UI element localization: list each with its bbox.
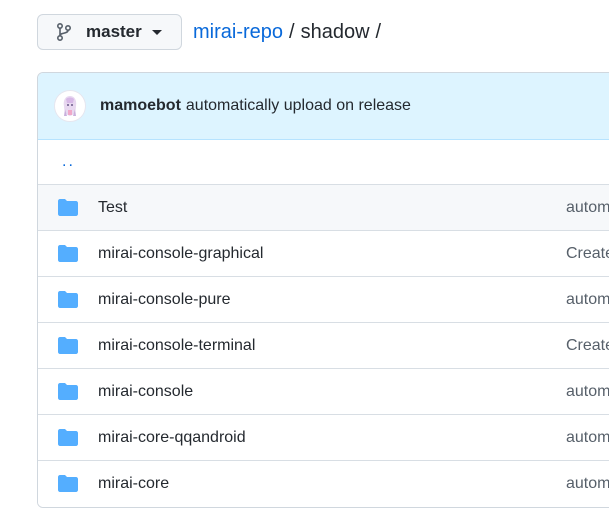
folder-icon bbox=[58, 429, 78, 446]
folder-icon bbox=[58, 337, 78, 354]
git-branch-icon bbox=[56, 22, 76, 42]
file-row-mirai-console-pure[interactable]: mirai-console-pure autom bbox=[38, 277, 609, 323]
parent-directory-link[interactable]: .. bbox=[62, 153, 75, 171]
commit-author-link[interactable]: mamoebot bbox=[100, 97, 181, 115]
file-commit-message[interactable]: autom bbox=[566, 429, 609, 447]
folder-icon bbox=[58, 199, 78, 216]
file-commit-message[interactable]: autom bbox=[566, 199, 609, 217]
file-row-mirai-console-graphical[interactable]: mirai-console-graphical Create bbox=[38, 231, 609, 277]
file-name-link[interactable]: mirai-console-graphical bbox=[98, 245, 263, 263]
file-list-box: mamoebot automatically upload on release… bbox=[37, 72, 609, 508]
file-commit-message[interactable]: autom bbox=[566, 475, 609, 493]
file-commit-message[interactable]: autom bbox=[566, 291, 609, 309]
file-row-mirai-core-qqandroid[interactable]: mirai-core-qqandroid autom bbox=[38, 415, 609, 461]
folder-icon bbox=[58, 383, 78, 400]
file-row-mirai-console[interactable]: mirai-console autom bbox=[38, 369, 609, 415]
file-name-link[interactable]: mirai-console bbox=[98, 383, 193, 401]
file-row-mirai-core[interactable]: mirai-core autom bbox=[38, 461, 609, 507]
file-name-link[interactable]: Test bbox=[98, 199, 127, 217]
file-name-link[interactable]: mirai-console-terminal bbox=[98, 337, 255, 355]
parent-directory-row[interactable]: .. bbox=[38, 140, 609, 185]
commit-message-link[interactable]: automatically upload on release bbox=[186, 97, 411, 115]
avatar-image bbox=[57, 93, 83, 119]
branch-select-button[interactable]: master bbox=[37, 14, 182, 50]
file-commit-message[interactable]: Create bbox=[566, 337, 609, 355]
file-list: Test autom mirai-console-graphical Creat… bbox=[38, 185, 609, 507]
breadcrumb-repo-link[interactable]: mirai-repo bbox=[193, 21, 283, 44]
breadcrumb-trailing-separator: / bbox=[375, 20, 382, 43]
file-name-link[interactable]: mirai-core bbox=[98, 475, 169, 493]
breadcrumb-current-dir: shadow bbox=[300, 20, 370, 43]
branch-name: master bbox=[86, 22, 142, 41]
file-commit-message[interactable]: autom bbox=[566, 383, 609, 401]
file-row-test[interactable]: Test autom bbox=[38, 185, 609, 231]
breadcrumb-separator: / bbox=[289, 20, 295, 43]
avatar[interactable] bbox=[54, 90, 86, 122]
repo-header: master mirai-repo / shadow / bbox=[37, 13, 387, 51]
file-row-mirai-console-terminal[interactable]: mirai-console-terminal Create bbox=[38, 323, 609, 369]
file-name-link[interactable]: mirai-console-pure bbox=[98, 291, 231, 309]
breadcrumb: mirai-repo / shadow / bbox=[193, 21, 387, 44]
latest-commit-bar: mamoebot automatically upload on release bbox=[38, 73, 609, 140]
folder-icon bbox=[58, 291, 78, 308]
file-commit-message[interactable]: Create bbox=[566, 245, 609, 263]
caret-down-icon bbox=[151, 29, 162, 35]
folder-icon bbox=[58, 245, 78, 262]
folder-icon bbox=[58, 475, 78, 492]
file-name-link[interactable]: mirai-core-qqandroid bbox=[98, 429, 246, 447]
